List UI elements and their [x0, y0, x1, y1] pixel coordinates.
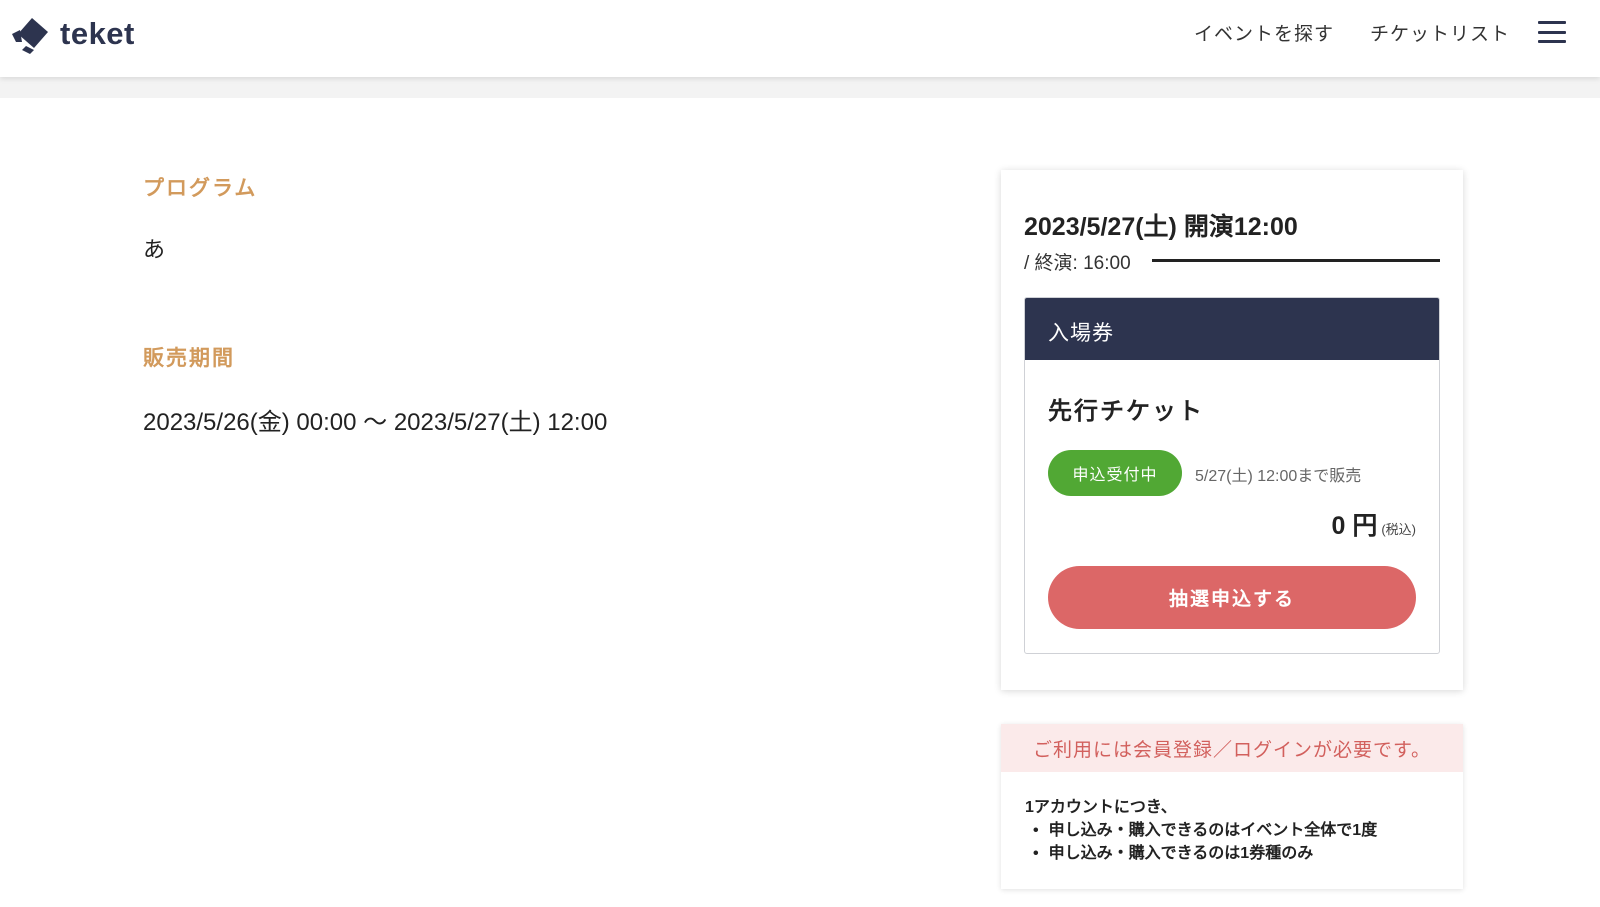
lottery-apply-button[interactable]: 抽選申込する: [1048, 566, 1416, 629]
header-subbar: [0, 77, 1600, 98]
nav-find-events[interactable]: イベントを探す: [1194, 19, 1334, 46]
ticket-logo-icon: [12, 18, 48, 54]
sale-deadline: 5/27(土) 12:00まで販売: [1195, 468, 1362, 485]
site-header: teket イベントを探す チケットリスト: [0, 0, 1600, 77]
status-badge: 申込受付中: [1048, 450, 1182, 496]
ticket-category: 入場券: [1025, 298, 1439, 360]
ticket-name: 先行チケット: [1048, 398, 1204, 425]
sales-period-heading: 販売期間: [143, 347, 235, 370]
hamburger-menu-icon[interactable]: [1538, 18, 1566, 46]
login-notice: ご利用には会員登録／ログインが必要です。 1アカウントにつき、 申し込み・購入で…: [1001, 724, 1463, 889]
performance-end-time: / 終演: 16:00: [1024, 253, 1131, 274]
logo[interactable]: teket: [10, 12, 135, 56]
ticket-box: 入場券 先行チケット 申込受付中 5/27(土) 12:00まで販売 0 円 (税…: [1024, 297, 1440, 654]
program-heading: プログラム: [143, 177, 258, 200]
program-text: あ: [143, 237, 166, 262]
performance-date: 2023/5/27(土) 開演12:00: [1024, 213, 1298, 241]
brand-name: teket: [60, 16, 135, 51]
price-amount: 0 円: [1331, 512, 1378, 540]
notice-item: 申し込み・購入できるのは1券種のみ: [1033, 842, 1463, 865]
notice-item: 申し込み・購入できるのはイベント全体で1度: [1033, 819, 1463, 842]
notice-intro: 1アカウントにつき、: [1025, 799, 1177, 816]
nav-ticket-list[interactable]: チケットリスト: [1370, 19, 1510, 46]
divider: [1152, 259, 1440, 262]
header-nav: イベントを探す チケットリスト: [1158, 18, 1566, 46]
notice-body: 1アカウントにつき、 申し込み・購入できるのはイベント全体で1度 申し込み・購入…: [1001, 772, 1463, 865]
notice-header: ご利用には会員登録／ログインが必要です。: [1001, 724, 1463, 772]
sales-period-value: 2023/5/26(金) 00:00 〜 2023/5/27(土) 12:00: [143, 409, 608, 436]
ticket-card: 2023/5/27(土) 開演12:00 / 終演: 16:00 入場券 先行チ…: [1001, 170, 1463, 690]
notice-list: 申し込み・購入できるのはイベント全体で1度 申し込み・購入できるのは1券種のみ: [1025, 819, 1463, 865]
ticket-price: 0 円 (税込): [1331, 506, 1416, 542]
price-tax-note: (税込): [1381, 522, 1416, 537]
